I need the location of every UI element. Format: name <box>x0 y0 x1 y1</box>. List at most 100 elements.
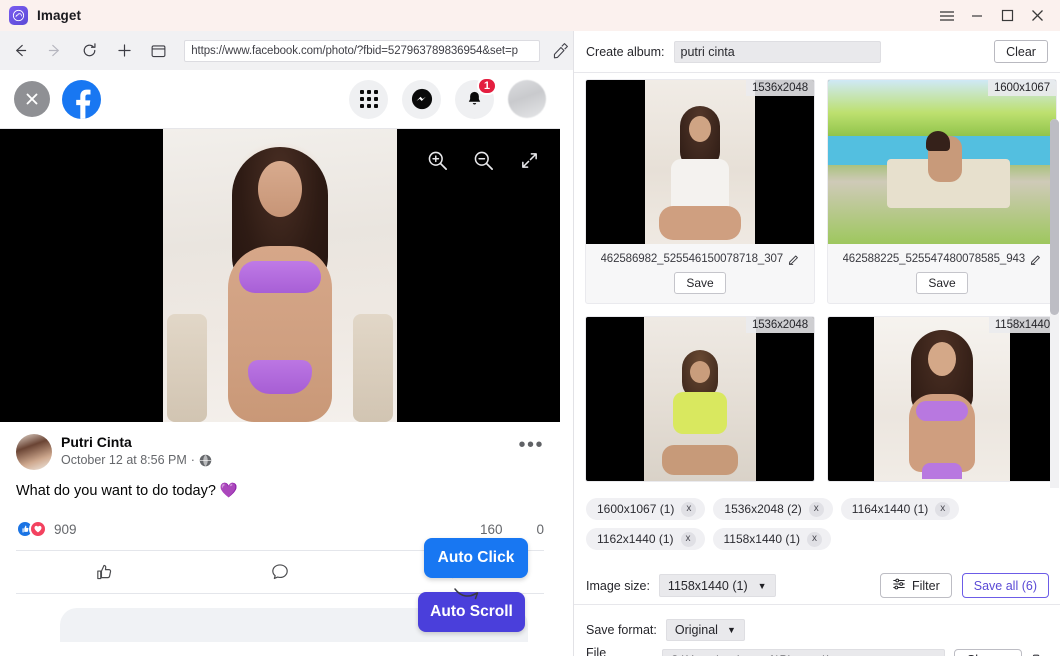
facebook-top-bar: 1 <box>0 70 560 129</box>
image-thumbnail[interactable]: 1536x2048 <box>586 80 814 244</box>
grid-scrollbar[interactable] <box>1050 119 1059 488</box>
plus-icon[interactable] <box>110 36 139 66</box>
curved-arrow-icon <box>452 586 482 609</box>
globe-icon <box>199 454 212 467</box>
chip-remove-icon[interactable]: x <box>681 502 696 517</box>
clear-button[interactable]: Clear <box>994 40 1048 63</box>
reaction-count[interactable]: 909 <box>54 522 77 537</box>
filter-chip[interactable]: 1158x1440 (1) x <box>713 528 832 550</box>
save-row: Save <box>586 265 814 303</box>
sliders-icon <box>892 577 906 594</box>
imaget-side-panel: Create album: putri cinta Clear <box>573 31 1060 656</box>
close-icon[interactable] <box>1022 0 1052 31</box>
comment-icon[interactable] <box>192 551 368 593</box>
more-options-icon[interactable]: ••• <box>518 434 544 450</box>
image-grid: 1536x2048 462586982_525546150078718_307 … <box>574 73 1060 482</box>
image-size-value: 1158x1440 (1) <box>668 579 748 593</box>
automation-buttons: Auto Click Auto Scroll <box>418 538 538 632</box>
grid-scrollbar-thumb[interactable] <box>1050 119 1059 315</box>
url-input[interactable]: https://www.facebook.com/photo/?fbid=527… <box>184 40 540 62</box>
resolution-badge: 1600x1067 <box>988 80 1056 96</box>
file-location-row: File location: C:\Users\mobeesoft\Pictur… <box>574 646 1060 656</box>
zoom-out-icon[interactable] <box>470 147 496 173</box>
resolution-badge: 1158x1440 <box>989 317 1056 333</box>
image-card[interactable]: 1600x1067 462588225_525547480078585_943 … <box>827 79 1057 304</box>
title-bar: Imaget <box>0 0 1060 31</box>
filter-button[interactable]: Filter <box>880 573 952 598</box>
save-all-button[interactable]: Save all (6) <box>962 573 1049 598</box>
thumbs-up-icon[interactable] <box>16 551 192 593</box>
save-format-row: Save format: Original ▼ <box>574 616 1060 644</box>
reaction-icons[interactable]: 909 <box>16 520 77 538</box>
post-timestamp-row: October 12 at 8:56 PM · <box>61 452 212 469</box>
timestamp-separator: · <box>191 452 195 469</box>
chip-remove-icon[interactable]: x <box>935 502 950 517</box>
pencil-icon[interactable] <box>788 253 800 265</box>
chip-label: 1162x1440 (1) <box>597 532 674 546</box>
chevron-down-icon: ▼ <box>727 625 736 635</box>
save-button[interactable]: Save <box>916 272 967 294</box>
close-circle-icon[interactable] <box>14 81 50 117</box>
filter-chip[interactable]: 1162x1440 (1) x <box>586 528 705 550</box>
file-location-input[interactable]: C:\Users\mobeesoft\Pictures\imaget <box>662 649 945 656</box>
chip-remove-icon[interactable]: x <box>807 532 822 547</box>
comment-count[interactable]: 160 <box>480 522 503 537</box>
auto-click-button[interactable]: Auto Click <box>424 538 528 578</box>
share-count[interactable]: 0 <box>536 522 544 537</box>
window-tabs-icon[interactable] <box>145 36 174 66</box>
image-grid-scroll-area[interactable]: 1536x2048 462586982_525546150078718_307 … <box>574 73 1060 488</box>
panel-actions: Filter Save all (6) <box>880 573 1049 598</box>
facebook-logo-icon[interactable] <box>62 80 101 119</box>
url-bar[interactable]: https://www.facebook.com/photo/?fbid=527… <box>184 40 540 62</box>
image-thumbnail[interactable]: 1536x2048 <box>586 317 814 481</box>
photo-decor-left <box>167 314 207 422</box>
chip-label: 1164x1440 (1) <box>852 502 929 516</box>
arrow-left-icon[interactable] <box>6 36 35 66</box>
maximize-icon[interactable] <box>992 0 1022 31</box>
image-size-label: Image size: <box>586 579 650 593</box>
image-thumbnail[interactable]: 1158x1440 <box>828 317 1056 481</box>
photo-subject-bottom <box>248 360 312 394</box>
folder-icon[interactable] <box>1032 653 1049 656</box>
chip-remove-icon[interactable]: x <box>809 502 824 517</box>
photo-viewer[interactable] <box>0 129 560 422</box>
minimize-icon[interactable] <box>962 0 992 31</box>
pencil-icon[interactable] <box>1030 253 1042 265</box>
avatar[interactable] <box>508 80 546 118</box>
app-grid-icon[interactable] <box>349 80 388 119</box>
image-size-select[interactable]: 1158x1440 (1) ▼ <box>659 574 776 597</box>
album-name-input[interactable]: putri cinta <box>674 41 881 63</box>
chevron-down-icon: ▼ <box>758 581 767 591</box>
messenger-icon[interactable] <box>402 80 441 119</box>
bell-icon[interactable]: 1 <box>455 80 494 119</box>
save-format-select[interactable]: Original ▼ <box>666 619 745 641</box>
post-author-name[interactable]: Putri Cinta <box>61 434 212 451</box>
zoom-in-icon[interactable] <box>424 147 450 173</box>
post-timestamp[interactable]: October 12 at 8:56 PM <box>61 452 187 469</box>
photo-subject-top <box>239 261 321 293</box>
filter-chip[interactable]: 1600x1067 (1) x <box>586 498 705 520</box>
image-card[interactable]: 1158x1440 <box>827 316 1057 482</box>
arrow-right-icon[interactable] <box>41 36 70 66</box>
chip-label: 1158x1440 (1) <box>724 532 801 546</box>
save-row: Save <box>828 265 1056 303</box>
heart-reaction-icon <box>29 520 47 538</box>
change-location-button[interactable]: Change <box>954 649 1022 656</box>
chip-label: 1600x1067 (1) <box>597 502 674 516</box>
app-title: Imaget <box>37 8 81 23</box>
image-picker-icon[interactable] <box>548 38 573 64</box>
filter-chip[interactable]: 1536x2048 (2) x <box>713 498 832 520</box>
chip-label: 1536x2048 (2) <box>724 502 801 516</box>
filter-chip[interactable]: 1164x1440 (1) x <box>841 498 960 520</box>
create-album-label: Create album: <box>586 45 665 59</box>
expand-icon[interactable] <box>516 147 542 173</box>
save-button[interactable]: Save <box>674 272 725 294</box>
browser-viewport: 1 <box>0 70 560 656</box>
post-author-avatar[interactable] <box>16 434 52 470</box>
image-card[interactable]: 1536x2048 462586982_525546150078718_307 … <box>585 79 815 304</box>
hamburger-menu-icon[interactable] <box>932 0 962 31</box>
image-thumbnail[interactable]: 1600x1067 <box>828 80 1056 244</box>
chip-remove-icon[interactable]: x <box>681 532 696 547</box>
reload-icon[interactable] <box>75 36 104 66</box>
image-card[interactable]: 1536x2048 <box>585 316 815 482</box>
